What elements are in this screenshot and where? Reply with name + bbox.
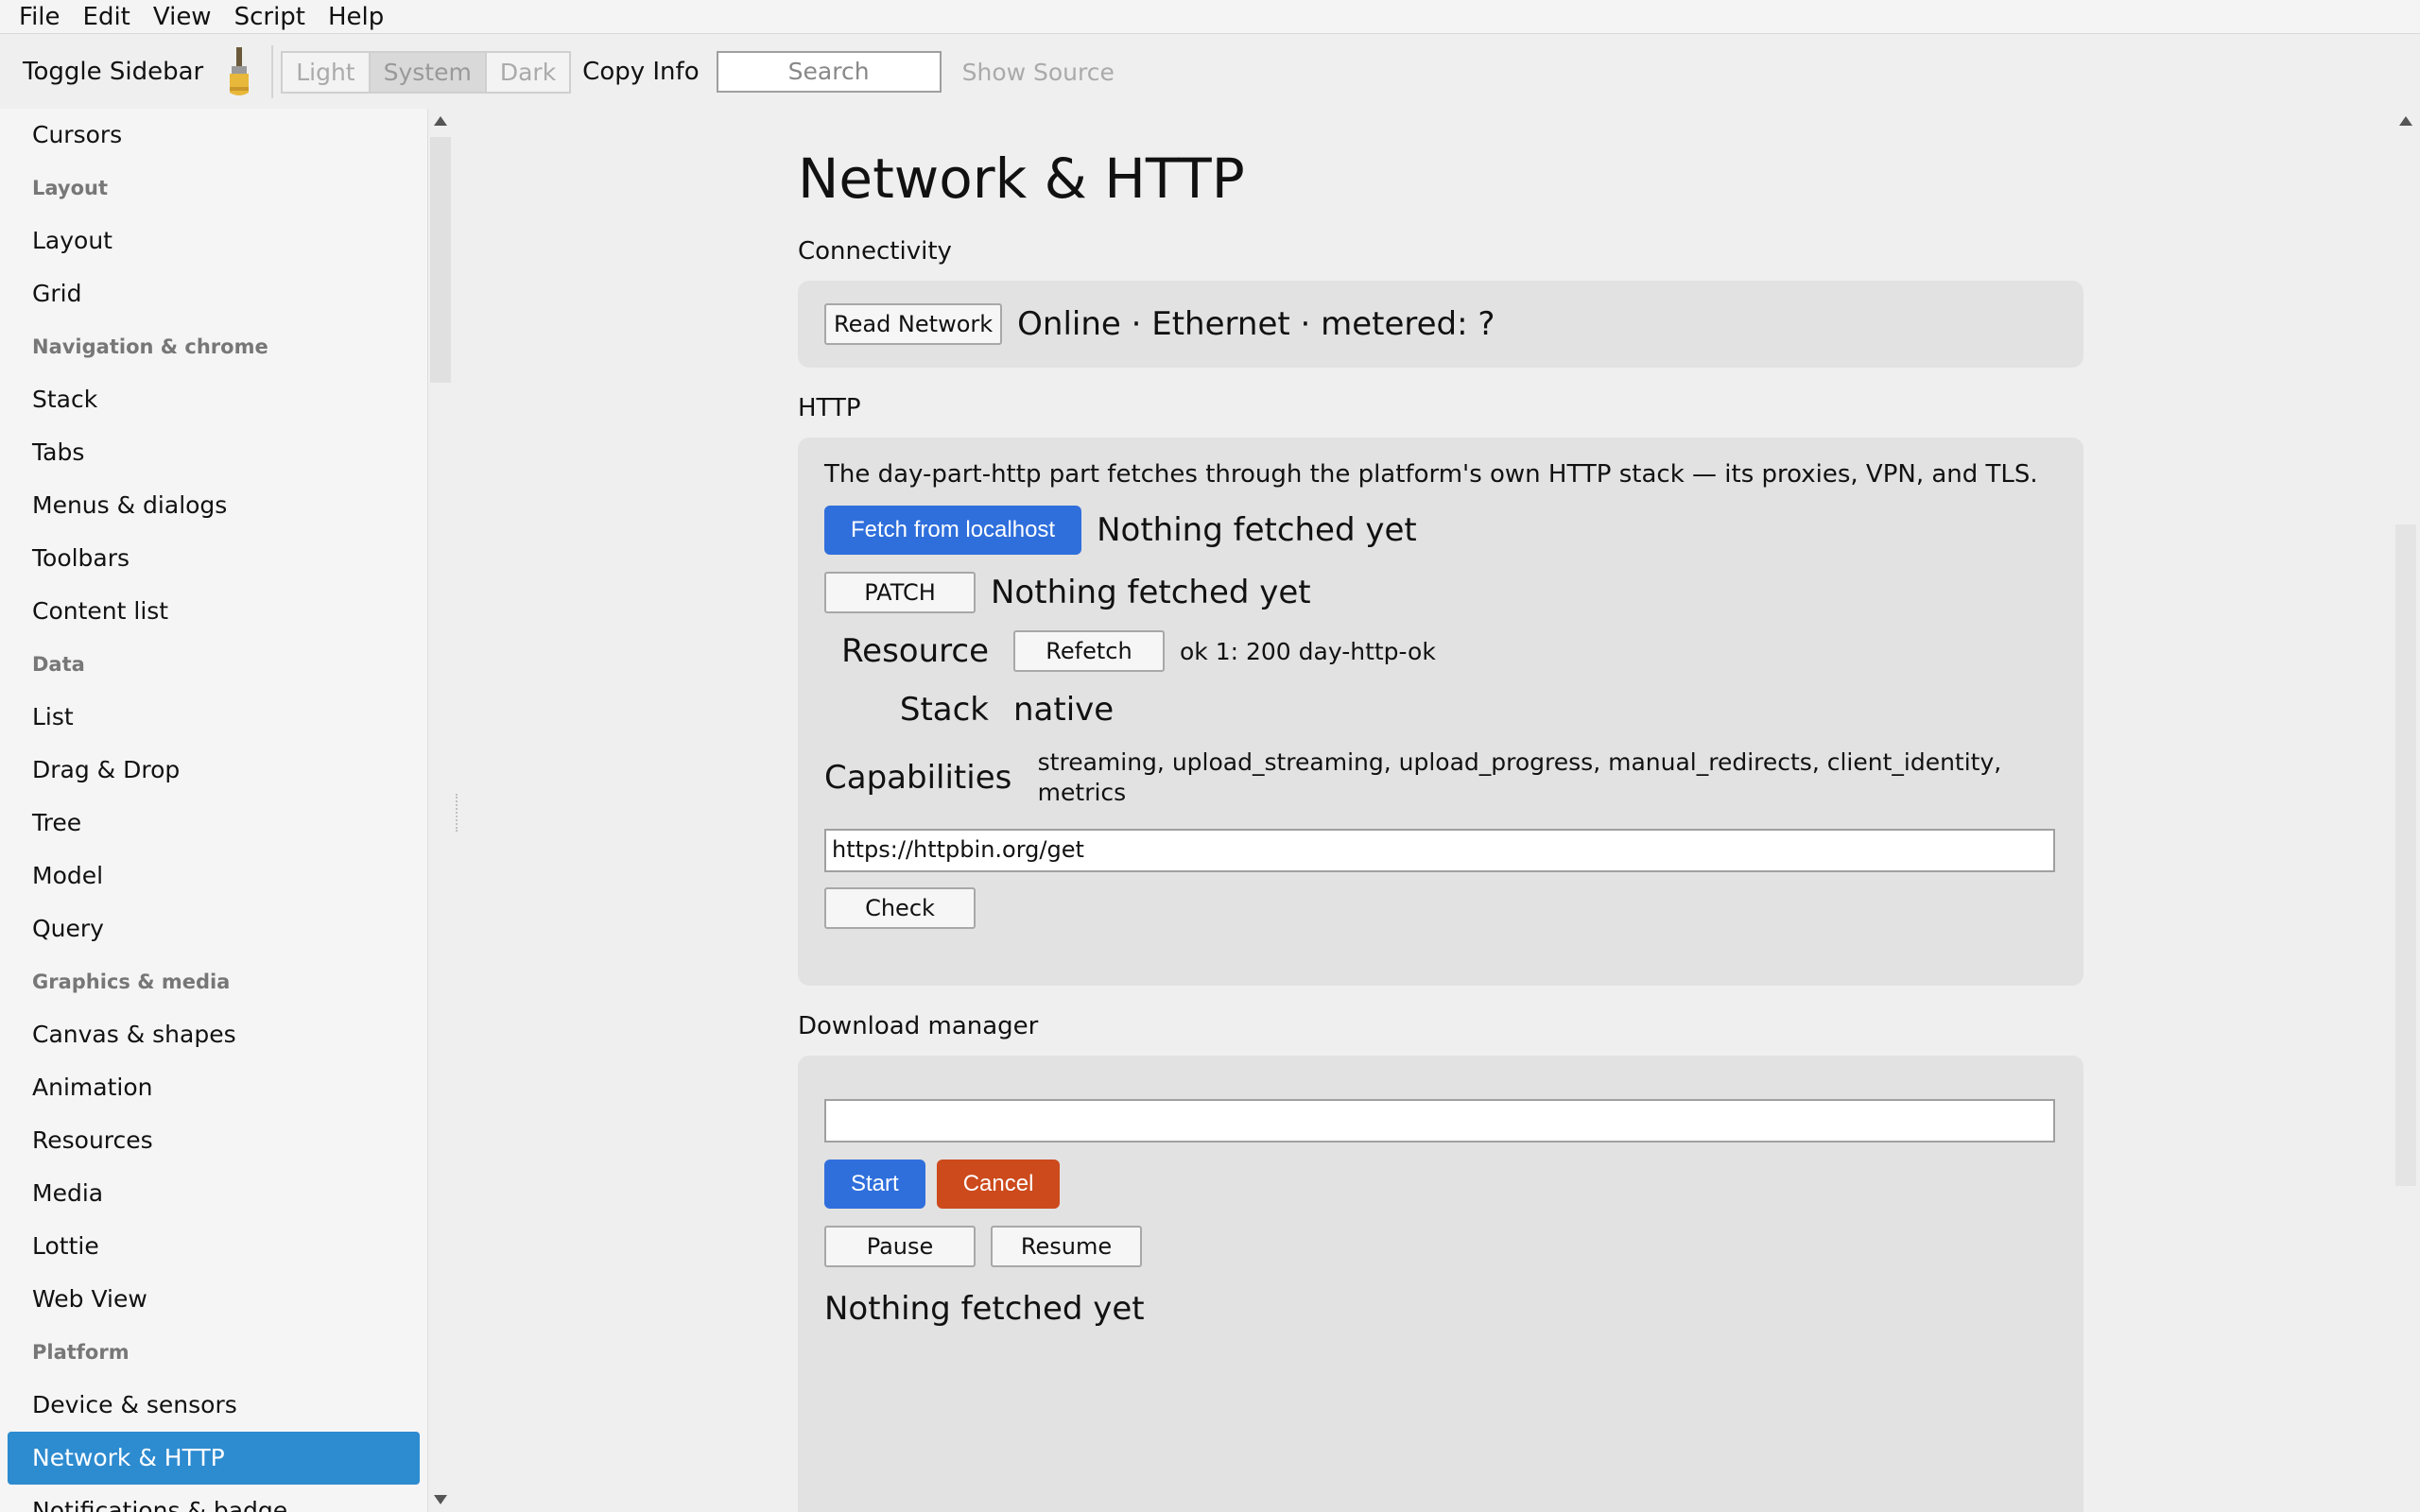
sidebar-section-header: Data — [32, 653, 85, 676]
capabilities-label: Capabilities — [824, 759, 1012, 797]
sidebar-item-menus-dialogs[interactable]: Menus & dialogs — [0, 479, 427, 532]
sidebar-section-header: Layout — [32, 177, 109, 199]
download-card: Start Cancel Pause Resume Nothing fetche… — [798, 1056, 2083, 1512]
sidebar-item-media[interactable]: Media — [0, 1167, 427, 1220]
start-button[interactable]: Start — [824, 1160, 925, 1209]
sidebar-item-lottie[interactable]: Lottie — [0, 1220, 427, 1273]
theme-light-button[interactable]: Light — [283, 52, 371, 92]
patch-status: Nothing fetched yet — [991, 574, 1311, 611]
sidebar-item-animation[interactable]: Animation — [0, 1061, 427, 1114]
resource-value: ok 1: 200 day-http-ok — [1180, 637, 1436, 665]
check-button[interactable]: Check — [824, 887, 976, 929]
sidebar-item-canvas-shapes[interactable]: Canvas & shapes — [0, 1008, 427, 1061]
theme-system-button[interactable]: System — [370, 52, 487, 92]
capabilities-value: streaming, upload_streaming, upload_prog… — [1037, 748, 2002, 806]
sidebar-item-network-http[interactable]: Network & HTTP — [8, 1432, 420, 1485]
scroll-down-arrow-icon[interactable] — [434, 1495, 447, 1504]
sidebar-item-grid[interactable]: Grid — [0, 267, 427, 320]
read-network-button[interactable]: Read Network — [824, 303, 1003, 345]
show-source-button[interactable]: Show Source — [942, 59, 1115, 86]
copy-info-button[interactable]: Copy Info — [571, 58, 710, 86]
paintbrush-icon[interactable] — [220, 45, 258, 98]
toolbar-separator — [271, 45, 274, 98]
stack-label: Stack — [899, 691, 989, 729]
sidebar-section-header: Platform — [32, 1341, 130, 1364]
sidebar-item-tabs[interactable]: Tabs — [0, 426, 427, 479]
sidebar-item-cursors[interactable]: Cursors — [0, 109, 427, 162]
download-section-title: Download manager — [798, 1012, 1039, 1040]
sidebar-item-resources[interactable]: Resources — [0, 1114, 427, 1167]
sidebar-section-header: Navigation & chrome — [32, 335, 268, 358]
download-url-input[interactable] — [824, 1099, 2055, 1143]
sidebar-item-stack[interactable]: Stack — [0, 373, 427, 426]
sidebar-item-layout[interactable]: Layout — [0, 215, 427, 267]
fetch-status: Nothing fetched yet — [1097, 511, 1417, 549]
sidebar-scrollbar[interactable] — [427, 109, 452, 1512]
pause-button[interactable]: Pause — [824, 1226, 976, 1267]
page-title: Network & HTTP — [798, 146, 1245, 211]
sidebar-item-list[interactable]: List — [0, 691, 427, 744]
menu-help[interactable]: Help — [317, 0, 395, 34]
menu-script[interactable]: Script — [223, 0, 317, 34]
sidebar-item-model[interactable]: Model — [0, 850, 427, 902]
sidebar-item-device-sensors[interactable]: Device & sensors — [0, 1379, 427, 1432]
theme-segmented-control: Light System Dark — [281, 50, 572, 94]
connectivity-section-title: Connectivity — [798, 237, 952, 266]
http-section-title: HTTP — [798, 394, 861, 422]
theme-dark-button[interactable]: Dark — [486, 52, 570, 92]
main-scroll-thumb[interactable] — [2395, 524, 2416, 1186]
sidebar-item-web-view[interactable]: Web View — [0, 1273, 427, 1326]
connectivity-status: Online · Ethernet · metered: ? — [1017, 305, 1495, 343]
fetch-localhost-button[interactable]: Fetch from localhost — [824, 506, 1082, 555]
sidebar-item-toolbars[interactable]: Toolbars — [0, 532, 427, 585]
http-card: The day-part-http part fetches through t… — [798, 438, 2083, 986]
sidebar-scroll-thumb[interactable] — [430, 137, 451, 383]
sidebar-item-tree[interactable]: Tree — [0, 797, 427, 850]
cancel-button[interactable]: Cancel — [936, 1160, 1061, 1209]
stack-value: native — [1013, 691, 1115, 729]
main-scroll-up-arrow-icon[interactable] — [2399, 116, 2412, 126]
scroll-up-arrow-icon[interactable] — [434, 116, 447, 126]
menu-edit[interactable]: Edit — [72, 0, 142, 34]
connectivity-card: Read Network Online · Ethernet · metered… — [798, 281, 2083, 368]
sidebar-item-query[interactable]: Query — [0, 902, 427, 955]
menu-file[interactable]: File — [8, 0, 72, 34]
menubar: File Edit View Script Help — [0, 0, 2420, 34]
menu-view[interactable]: View — [142, 0, 223, 34]
toolbar: Toggle Sidebar Light System Dark Copy In… — [0, 35, 2420, 109]
main-scrollbar[interactable] — [2392, 109, 2420, 1512]
http-description: The day-part-http part fetches through t… — [824, 460, 2038, 489]
sidebar-item-notifications-badge[interactable]: Notifications & badge — [0, 1485, 427, 1512]
refetch-button[interactable]: Refetch — [1013, 630, 1165, 672]
patch-button[interactable]: PATCH — [824, 572, 976, 613]
resource-label: Resource — [841, 632, 989, 670]
sidebar-section-header: Graphics & media — [32, 971, 231, 993]
sidebar-item-drag-drop[interactable]: Drag & Drop — [0, 744, 427, 797]
sidebar: Cursors Layout Layout Grid Navigation & chro… — [0, 109, 427, 1512]
sidebar-item-content-list[interactable]: Content list — [0, 585, 427, 638]
toggle-sidebar-button[interactable]: Toggle Sidebar — [11, 58, 215, 86]
http-url-input[interactable]: https://httpbin.org/get — [824, 829, 2055, 872]
main-content: Network & HTTP Connectivity Read Network… — [459, 109, 2388, 1512]
search-input[interactable]: Search — [716, 51, 942, 93]
download-status: Nothing fetched yet — [824, 1290, 1145, 1328]
resume-button[interactable]: Resume — [991, 1226, 1142, 1267]
